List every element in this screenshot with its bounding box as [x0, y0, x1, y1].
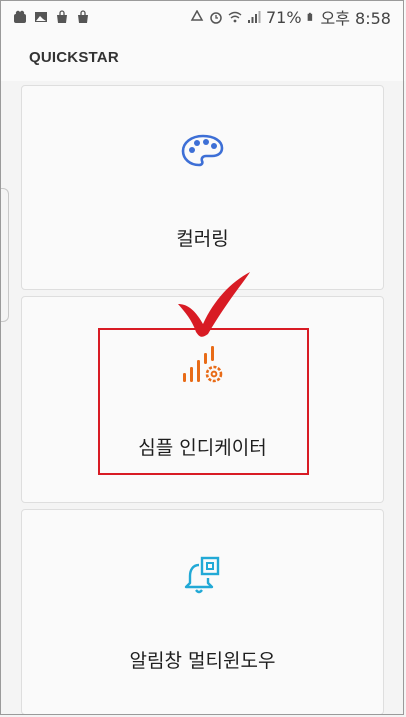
- shopping-bag-icon: [78, 10, 88, 23]
- card-notification-multiwindow[interactable]: 알림창 멀티윈도우: [21, 509, 384, 715]
- battery-percent: 71%: [265, 7, 302, 27]
- highlight-box: [98, 328, 309, 475]
- card-coloring-label: 컬러링: [176, 228, 229, 250]
- app-bar: QUICKSTAR: [1, 33, 405, 81]
- clock: 오후 8:58: [320, 9, 391, 28]
- card-notification-multiwindow-label: 알림창 멀티윈도우: [129, 650, 276, 672]
- store-icon: [14, 10, 26, 23]
- status-bar: 71% 오후 8:58: [1, 1, 405, 33]
- signal-icon: [247, 11, 261, 23]
- bell-window-icon: [184, 556, 219, 594]
- shopping-bag-icon: [57, 10, 67, 23]
- recycle-icon: [190, 10, 204, 21]
- wifi-icon: [228, 11, 242, 23]
- checkmark-icon: [178, 272, 250, 337]
- card-coloring[interactable]: 컬러링: [21, 85, 384, 290]
- battery-icon: [307, 12, 312, 21]
- alarm-icon: [210, 12, 222, 24]
- palette-icon: [181, 134, 223, 167]
- edge-panel-handle[interactable]: [0, 188, 9, 322]
- image-icon: [35, 12, 47, 22]
- page-title: QUICKSTAR: [29, 48, 119, 66]
